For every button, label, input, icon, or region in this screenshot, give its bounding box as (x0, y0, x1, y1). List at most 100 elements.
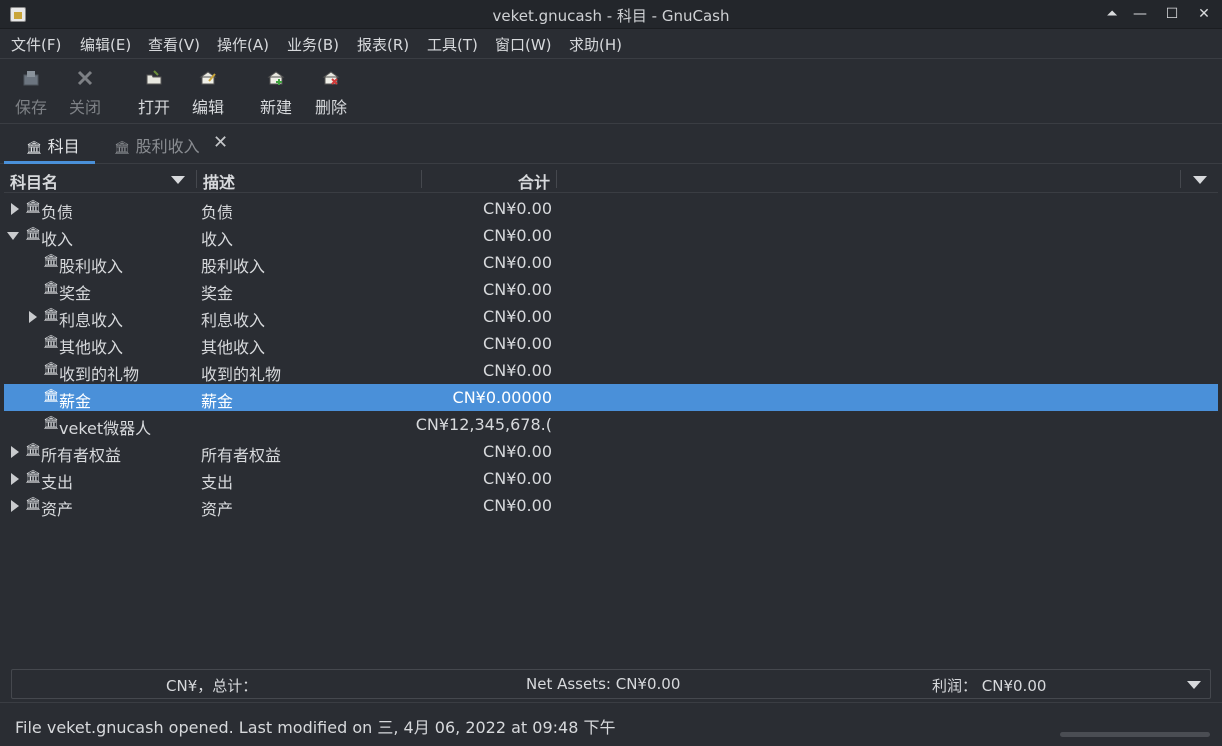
new-label: 新建 (259, 98, 292, 117)
tab-accounts[interactable]: 🏛 科目 (4, 124, 95, 164)
column-separator (556, 170, 557, 188)
edit-icon (199, 71, 217, 85)
expand-arrow-icon[interactable] (11, 446, 19, 458)
table-row[interactable]: 🏛 收入 收入 CN¥0.00 (4, 222, 1218, 249)
account-total: CN¥0.00 (483, 226, 552, 245)
account-name: 股利收入 (59, 257, 124, 276)
table-row[interactable]: 🏛 股利收入 股利收入 CN¥0.00 (4, 249, 1218, 276)
table-row-selected[interactable]: 🏛 薪金 薪金 CN¥0.00000 (4, 384, 1218, 411)
expand-arrow-icon[interactable] (29, 311, 37, 323)
account-icon: 🏛 (43, 362, 60, 377)
minimize-icon[interactable]: — (1129, 4, 1151, 24)
tab-dividend-income[interactable]: 🏛 股利收入 (114, 124, 204, 164)
account-description: 其他收入 (201, 338, 266, 357)
summary-dropdown-icon[interactable] (1187, 681, 1201, 689)
expand-arrow-icon[interactable] (11, 473, 19, 485)
edit-button[interactable]: 编辑 (183, 67, 233, 118)
account-description: 奖金 (201, 284, 234, 303)
toolbar: 保存 关闭 打开 编辑 新建 删除 (0, 58, 1222, 124)
column-account-name[interactable]: 科目名 (10, 169, 58, 193)
open-button[interactable]: 打开 (129, 67, 179, 118)
summary-net-assets: Net Assets: CN¥0.00 (526, 675, 681, 693)
tab-dividend-label: 股利收入 (135, 137, 200, 156)
account-tree: 科目名 描述 合计 🏛 负债 负债 CN¥0.00 🏛 收入 收入 CN¥0.0… (4, 165, 1218, 667)
account-icon: 🏛 (25, 470, 42, 485)
column-description[interactable]: 描述 (203, 169, 235, 193)
close-label: 关闭 (68, 98, 101, 117)
account-total: CN¥0.00 (483, 253, 552, 272)
account-name: 支出 (41, 473, 74, 492)
table-row[interactable]: 🏛 收到的礼物 收到的礼物 CN¥0.00 (4, 357, 1218, 384)
expand-arrow-icon[interactable] (11, 500, 19, 512)
menu-file[interactable]: 文件(F) (11, 34, 61, 55)
summary-total-label: CN¥，总计： (166, 677, 258, 695)
account-name: 收入 (41, 230, 74, 249)
summary-bar: CN¥，总计： Net Assets: CN¥0.00 利润： CN¥0.00 (11, 669, 1211, 699)
account-icon: 🏛 (43, 254, 60, 269)
save-icon (23, 71, 39, 86)
close-tab-icon[interactable]: ✕ (213, 132, 228, 153)
account-description: 支出 (201, 473, 234, 492)
table-row[interactable]: 🏛 奖金 奖金 CN¥0.00 (4, 276, 1218, 303)
table-row[interactable]: 🏛 其他收入 其他收入 CN¥0.00 (4, 330, 1218, 357)
menu-reports[interactable]: 报表(R) (357, 34, 409, 55)
summary-profit: 利润： CN¥0.00 (932, 677, 1047, 695)
account-total: CN¥0.00 (483, 361, 552, 380)
sort-down-icon[interactable] (171, 176, 185, 184)
column-header: 科目名 描述 合计 (4, 165, 1218, 193)
tab-accounts-label: 科目 (47, 137, 80, 156)
account-icon: 🏛 (26, 141, 43, 156)
account-total: CN¥0.00 (483, 442, 552, 461)
account-icon: 🏛 (43, 281, 60, 296)
table-row[interactable]: 🏛 支出 支出 CN¥0.00 (4, 465, 1218, 492)
account-name: 利息收入 (59, 311, 124, 330)
account-total: CN¥0.00 (483, 469, 552, 488)
open-folder-icon (146, 70, 162, 85)
account-total: CN¥0.00000 (452, 388, 552, 407)
account-total: CN¥0.00 (483, 334, 552, 353)
maximize-icon[interactable]: ☐ (1161, 4, 1183, 24)
table-row[interactable]: 🏛 负债 负债 CN¥0.00 (4, 195, 1218, 222)
delete-button[interactable]: 删除 (306, 67, 356, 118)
save-button[interactable]: 保存 (6, 67, 56, 118)
account-description: 资产 (201, 500, 234, 519)
close-window-icon[interactable]: ✕ (1193, 4, 1215, 24)
column-separator (421, 170, 422, 188)
account-description: 收到的礼物 (201, 365, 282, 384)
column-chooser-icon[interactable] (1193, 176, 1207, 184)
account-total: CN¥0.00 (483, 307, 552, 326)
collapse-arrow-icon[interactable] (7, 232, 19, 240)
menu-edit[interactable]: 编辑(E) (80, 34, 131, 55)
close-button[interactable]: 关闭 (60, 67, 110, 118)
menu-business[interactable]: 业务(B) (287, 34, 339, 55)
account-total: CN¥0.00 (483, 496, 552, 515)
new-button[interactable]: 新建 (251, 67, 301, 118)
status-text: File veket.gnucash opened. Last modified… (15, 718, 616, 737)
account-name: 其他收入 (59, 338, 124, 357)
expand-arrow-icon[interactable] (11, 203, 19, 215)
menu-tools[interactable]: 工具(T) (427, 34, 478, 55)
progress-bar (1060, 732, 1210, 737)
menu-actions[interactable]: 操作(A) (217, 34, 269, 55)
account-icon: 🏛 (25, 200, 42, 215)
table-row[interactable]: 🏛 利息收入 利息收入 CN¥0.00 (4, 303, 1218, 330)
save-label: 保存 (14, 98, 47, 117)
edit-label: 编辑 (191, 98, 224, 117)
account-icon: 🏛 (25, 443, 42, 458)
account-icon: 🏛 (114, 141, 131, 156)
account-description: 收入 (201, 230, 234, 249)
table-row[interactable]: 🏛 veket微器人 CN¥12,345,678.( (4, 411, 1218, 438)
menu-windows[interactable]: 窗口(W) (495, 34, 552, 55)
window-title: veket.gnucash - 科目 - GnuCash (492, 7, 730, 25)
table-row[interactable]: 🏛 所有者权益 所有者权益 CN¥0.00 (4, 438, 1218, 465)
shade-window-icon[interactable]: ⏶ (1101, 4, 1123, 24)
menu-bar: 文件(F) 编辑(E) 查看(V) 操作(A) 业务(B) 报表(R) 工具(T… (0, 29, 1222, 58)
account-icon: 🏛 (25, 227, 42, 242)
menu-help[interactable]: 求助(H) (569, 34, 622, 55)
account-name: 收到的礼物 (59, 365, 140, 384)
menu-view[interactable]: 查看(V) (148, 34, 200, 55)
close-icon (77, 70, 93, 86)
column-total[interactable]: 合计 (518, 169, 550, 193)
table-row[interactable]: 🏛 资产 资产 CN¥0.00 (4, 492, 1218, 519)
account-total: CN¥0.00 (483, 199, 552, 218)
